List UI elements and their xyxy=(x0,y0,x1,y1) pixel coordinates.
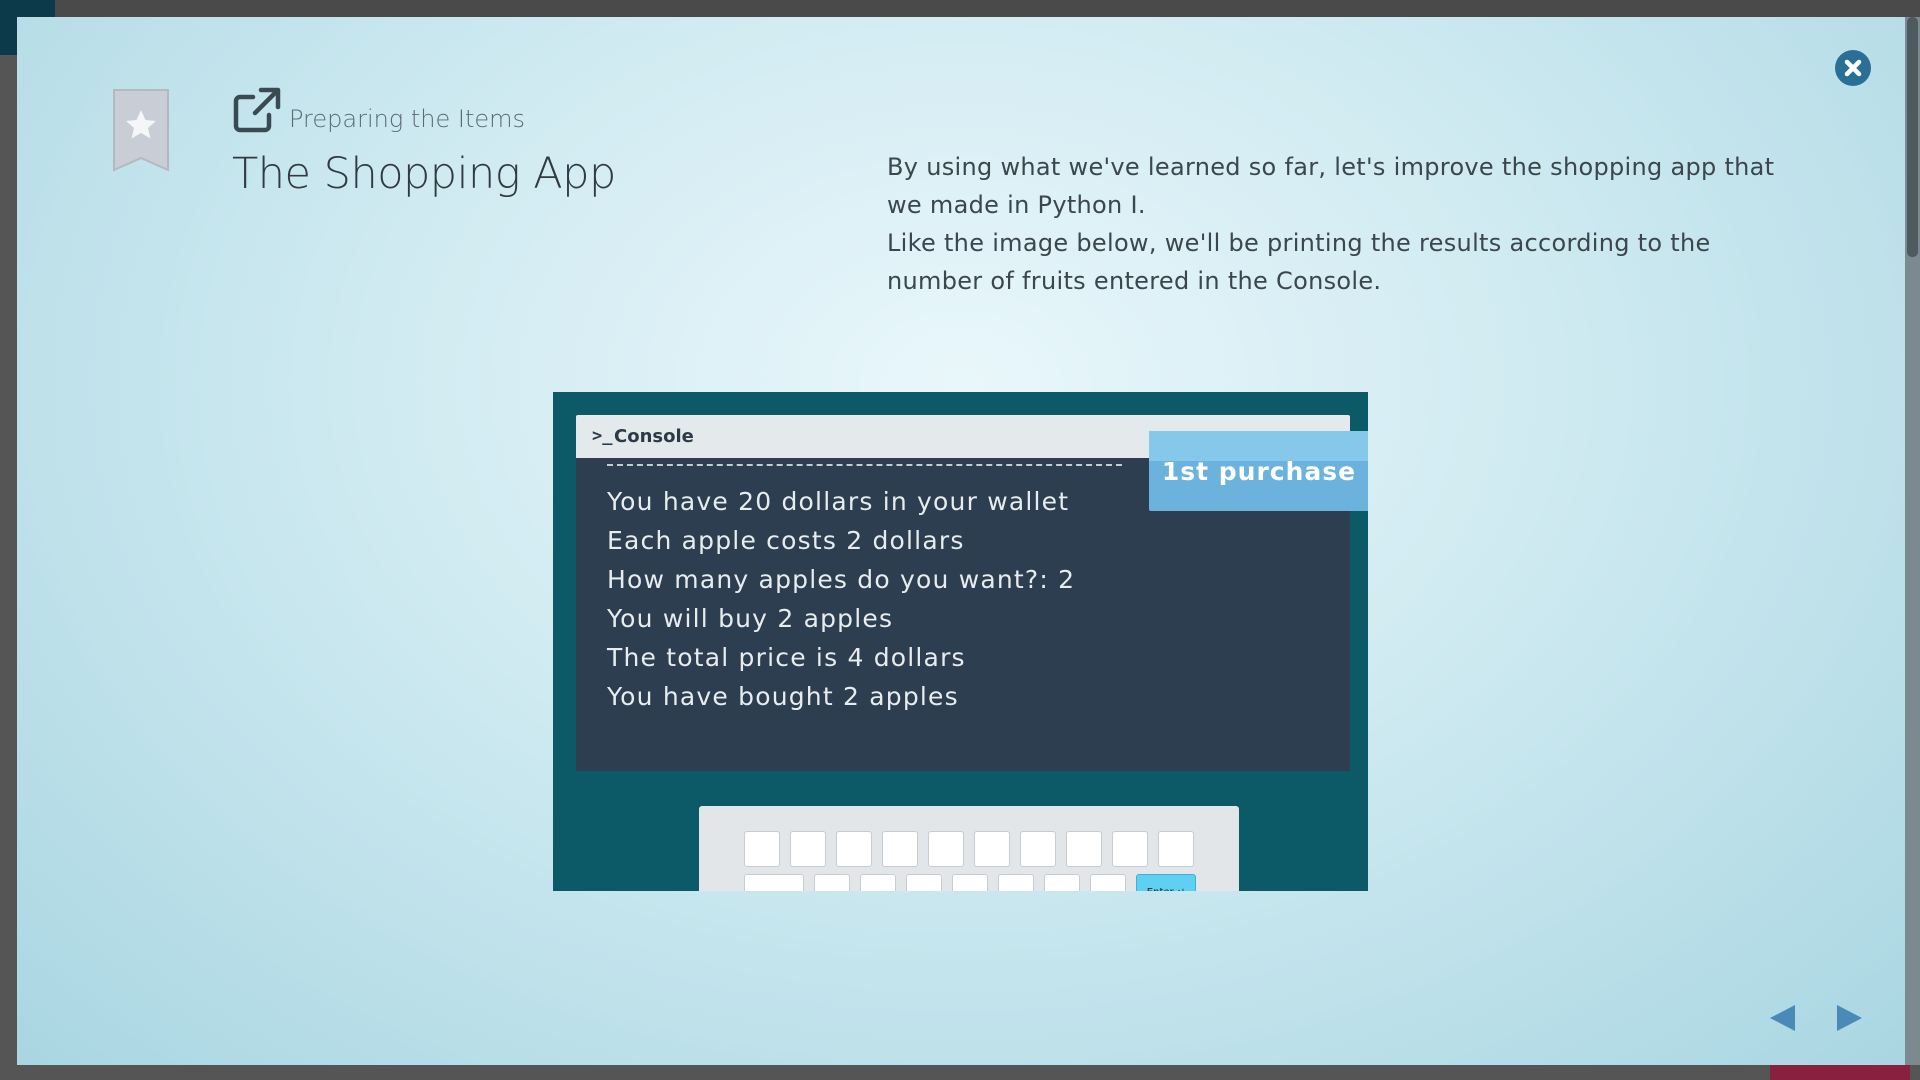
keyboard-key xyxy=(1158,831,1194,867)
keyboard-key xyxy=(1066,831,1102,867)
keyboard-key xyxy=(1090,874,1126,891)
keyboard-key xyxy=(744,831,780,867)
keyboard-key xyxy=(744,874,804,891)
keyboard-key xyxy=(998,874,1034,891)
keyboard-key xyxy=(1044,874,1080,891)
keyboard-illustration: Enter ↵ xyxy=(699,806,1239,891)
console-output: You have 20 dollars in your wallet Each … xyxy=(576,431,1368,771)
previous-button[interactable] xyxy=(1767,1002,1797,1034)
terminal-prompt-icon: >_ xyxy=(592,426,613,446)
close-button[interactable] xyxy=(1835,50,1871,86)
external-link-icon[interactable] xyxy=(233,87,281,133)
keyboard-key xyxy=(1112,831,1148,867)
keyboard-key xyxy=(836,831,872,867)
lesson-eyebrow: Preparing the Items xyxy=(289,105,526,133)
keyboard-key xyxy=(860,874,896,891)
enter-key: Enter ↵ xyxy=(1136,874,1196,891)
keyboard-key xyxy=(906,874,942,891)
keyboard-key xyxy=(974,831,1010,867)
console-line: How many apples do you want?: 2 xyxy=(607,565,1076,594)
next-button[interactable] xyxy=(1835,1002,1865,1034)
keyboard-key xyxy=(1020,831,1056,867)
scrollbar-thumb[interactable] xyxy=(1907,17,1918,257)
keyboard-key xyxy=(790,831,826,867)
keyboard-key xyxy=(814,874,850,891)
purchase-tag-label: 1st purchase xyxy=(1161,456,1357,486)
background-topbar xyxy=(0,0,1920,17)
description-paragraph: Like the image below, we'll be printing … xyxy=(887,229,1711,295)
console-label: Console xyxy=(614,426,694,447)
console-line: Each apple costs 2 dollars xyxy=(607,526,965,555)
close-icon xyxy=(1844,59,1862,77)
lesson-modal: Preparing the Items The Shopping App By … xyxy=(17,17,1905,1065)
console-line: You will buy 2 apples xyxy=(607,604,894,633)
keyboard-key xyxy=(882,831,918,867)
page-title: The Shopping App xyxy=(232,149,616,199)
description-paragraph: By using what we've learned so far, let'… xyxy=(887,153,1775,219)
console-line: The total price is 4 dollars xyxy=(607,643,966,672)
console-divider xyxy=(607,464,1122,466)
triangle-right-icon xyxy=(1837,1005,1862,1031)
keyboard-key xyxy=(928,831,964,867)
console-illustration: >_ Console You have 20 dollars in your w… xyxy=(553,392,1368,891)
lesson-description: By using what we've learned so far, let'… xyxy=(887,148,1807,300)
triangle-left-icon xyxy=(1770,1005,1795,1031)
background-bottom-bar xyxy=(0,1065,1920,1080)
console-line: You have 20 dollars in your wallet xyxy=(607,487,1070,516)
keyboard-key xyxy=(952,874,988,891)
console-line: You have bought 2 apples xyxy=(607,682,959,711)
purchase-tag: 1st purchase xyxy=(1149,431,1368,511)
star-bookmark-icon[interactable] xyxy=(112,88,170,172)
